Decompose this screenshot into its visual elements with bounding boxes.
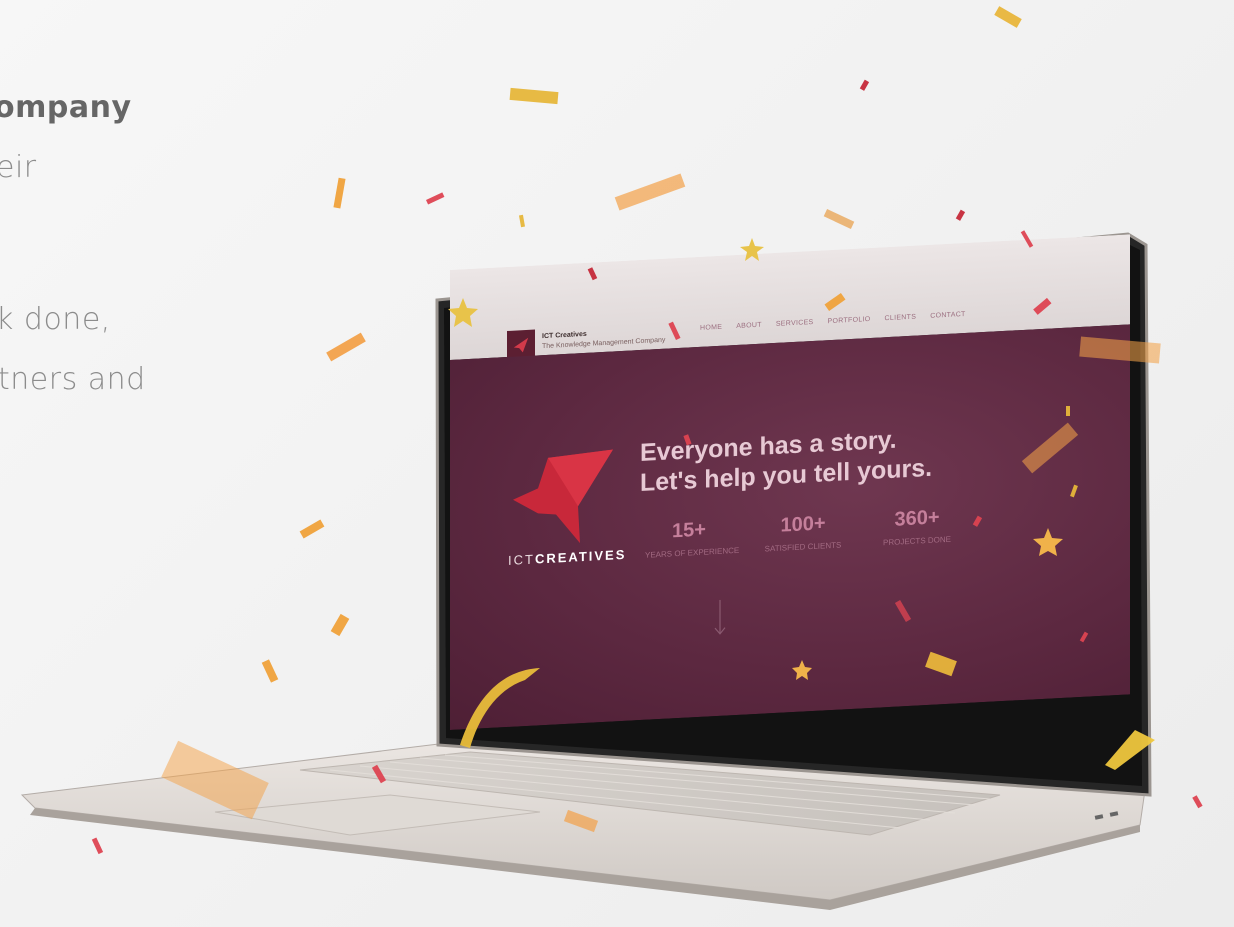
- nav-item-clients[interactable]: CLIENTS: [885, 314, 917, 323]
- nav-item-home[interactable]: HOME: [700, 324, 722, 332]
- scene: ompany eir k done, tners and ICT Creativ…: [0, 0, 1234, 927]
- stat-value: 360+: [894, 506, 940, 531]
- hero-brand-logotype: ICTCREATIVES: [508, 547, 626, 568]
- stat-years: 15+ YEARS OF EXPERIENCE: [645, 517, 740, 560]
- stat-projects: 360+ PROJECTS DONE: [873, 505, 961, 548]
- hero-headline: Everyone has a story. Let's help you tel…: [640, 421, 970, 498]
- stat-label: PROJECTS DONE: [882, 534, 951, 548]
- site-hero: ICTCREATIVES Everyone has a story. Let's…: [450, 324, 1130, 730]
- bird-logo-icon: [513, 449, 613, 544]
- stat-value: 15+: [672, 518, 706, 543]
- stat-label: YEARS OF EXPERIENCE: [645, 545, 740, 560]
- bird-logo-icon: [513, 337, 529, 353]
- stat-label: SATISFIED CLIENTS: [764, 540, 842, 554]
- laptop-screen: ICT Creatives The Knowledge Management C…: [450, 234, 1130, 730]
- nav-item-services[interactable]: SERVICES: [776, 319, 814, 328]
- site-nav: HOME ABOUT SERVICES PORTFOLIO CLIENTS CO…: [700, 311, 966, 332]
- arrow-down-icon[interactable]: [712, 599, 728, 636]
- stat-clients: 100+ SATISFIED CLIENTS: [759, 511, 847, 554]
- nav-item-contact[interactable]: CONTACT: [930, 311, 965, 320]
- nav-item-portfolio[interactable]: PORTFOLIO: [828, 316, 871, 325]
- hero-stats: 15+ YEARS OF EXPERIENCE 100+ SATISFIED C…: [645, 505, 961, 560]
- hero-brand-light: ICT: [508, 551, 535, 568]
- hero-brand-bold: CREATIVES: [534, 546, 627, 567]
- site-brand-name[interactable]: ICT Creatives: [542, 331, 587, 340]
- nav-item-about[interactable]: ABOUT: [736, 322, 762, 330]
- stat-value: 100+: [780, 512, 826, 537]
